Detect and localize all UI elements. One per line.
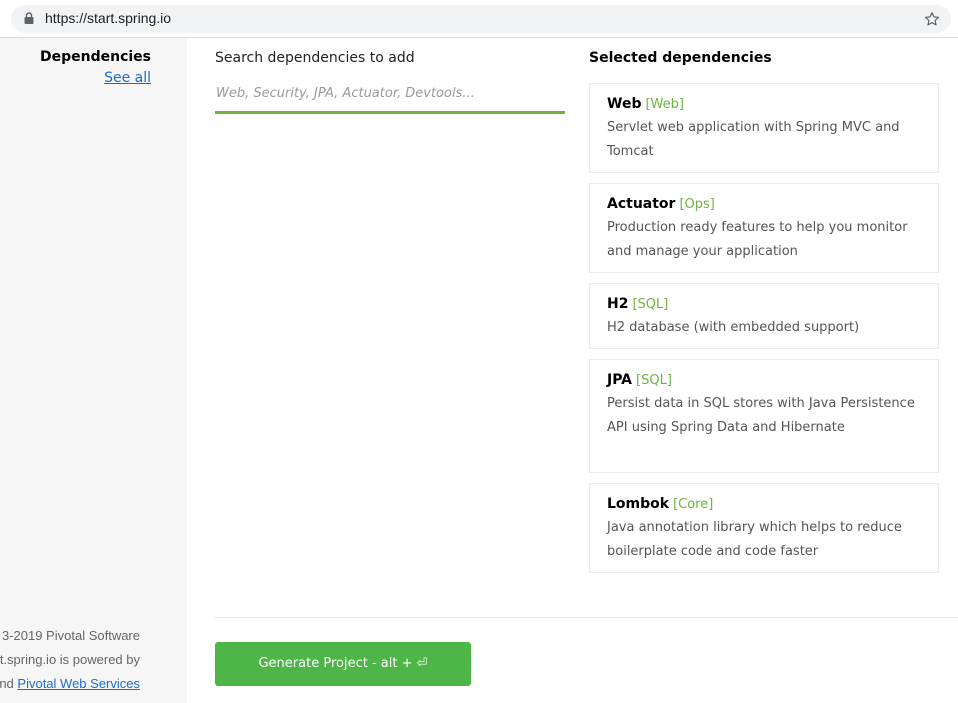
- dependency-card-web[interactable]: Web [Web] Servlet web application with Sp…: [589, 83, 939, 173]
- url-text[interactable]: https://start.spring.io: [45, 10, 171, 26]
- footer-copyright: 3-2019 Pivotal Software: [1, 628, 140, 643]
- see-all-link[interactable]: See all: [104, 70, 151, 86]
- browser-toolbar: https://start.spring.io: [0, 0, 958, 38]
- dependency-name: Actuator: [607, 196, 676, 212]
- dependency-card-h2[interactable]: H2 [SQL] H2 database (with embedded suppo…: [589, 283, 939, 349]
- dependency-title: JPA [SQL]: [607, 370, 921, 391]
- dependency-card-actuator[interactable]: Actuator [Ops] Production ready features …: [589, 183, 939, 273]
- footer-powered-by: t.spring.io is powered by: [0, 652, 140, 667]
- dependency-card-jpa[interactable]: JPA [SQL] Persist data in SQL stores with…: [589, 359, 939, 473]
- dependency-title: H2 [SQL]: [607, 294, 921, 315]
- dependency-card-lombok[interactable]: Lombok [Core] Java annotation library whi…: [589, 483, 939, 573]
- pivotal-web-services-link[interactable]: Pivotal Web Services: [17, 676, 140, 691]
- dependency-name: Lombok: [607, 496, 670, 512]
- dependency-title: Web [Web]: [607, 94, 921, 115]
- dependency-tag: [Web]: [645, 97, 684, 112]
- sidebar: Dependencies See all 3-2019 Pivotal Soft…: [0, 38, 187, 703]
- lock-icon: [24, 12, 34, 24]
- address-bar[interactable]: https://start.spring.io: [11, 5, 951, 33]
- dependency-name: Web: [607, 96, 642, 112]
- dependency-description: Java annotation library which helps to r…: [607, 520, 902, 559]
- dependency-title: Actuator [Ops]: [607, 194, 921, 215]
- footer-hosting-prefix: nd: [0, 676, 18, 691]
- dependency-description: Production ready features to help you mo…: [607, 220, 908, 259]
- dependency-tag: [SQL]: [632, 297, 669, 312]
- dependency-name: JPA: [607, 372, 633, 388]
- bookmark-star-icon[interactable]: [924, 11, 940, 27]
- footer-hosting: nd Pivotal Web Services: [0, 676, 140, 691]
- dependency-search-input[interactable]: [215, 81, 565, 114]
- dependency-name: H2: [607, 296, 629, 312]
- dependency-description: H2 database (with embedded support): [607, 320, 860, 335]
- selected-dependencies-heading: Selected dependencies: [589, 50, 772, 66]
- search-label: Search dependencies to add: [215, 50, 415, 66]
- sidebar-heading: Dependencies: [39, 49, 151, 65]
- dependency-tag: [Ops]: [679, 197, 715, 212]
- dependency-title: Lombok [Core]: [607, 494, 921, 515]
- dependency-description: Servlet web application with Spring MVC …: [607, 120, 900, 159]
- generate-project-button[interactable]: Generate Project - alt + ⏎: [215, 642, 471, 686]
- dependency-tag: [SQL]: [636, 373, 672, 388]
- actions-divider: [215, 617, 958, 618]
- dependency-description: Persist data in SQL stores with Java Per…: [607, 396, 915, 435]
- dependency-tag: [Core]: [673, 497, 714, 512]
